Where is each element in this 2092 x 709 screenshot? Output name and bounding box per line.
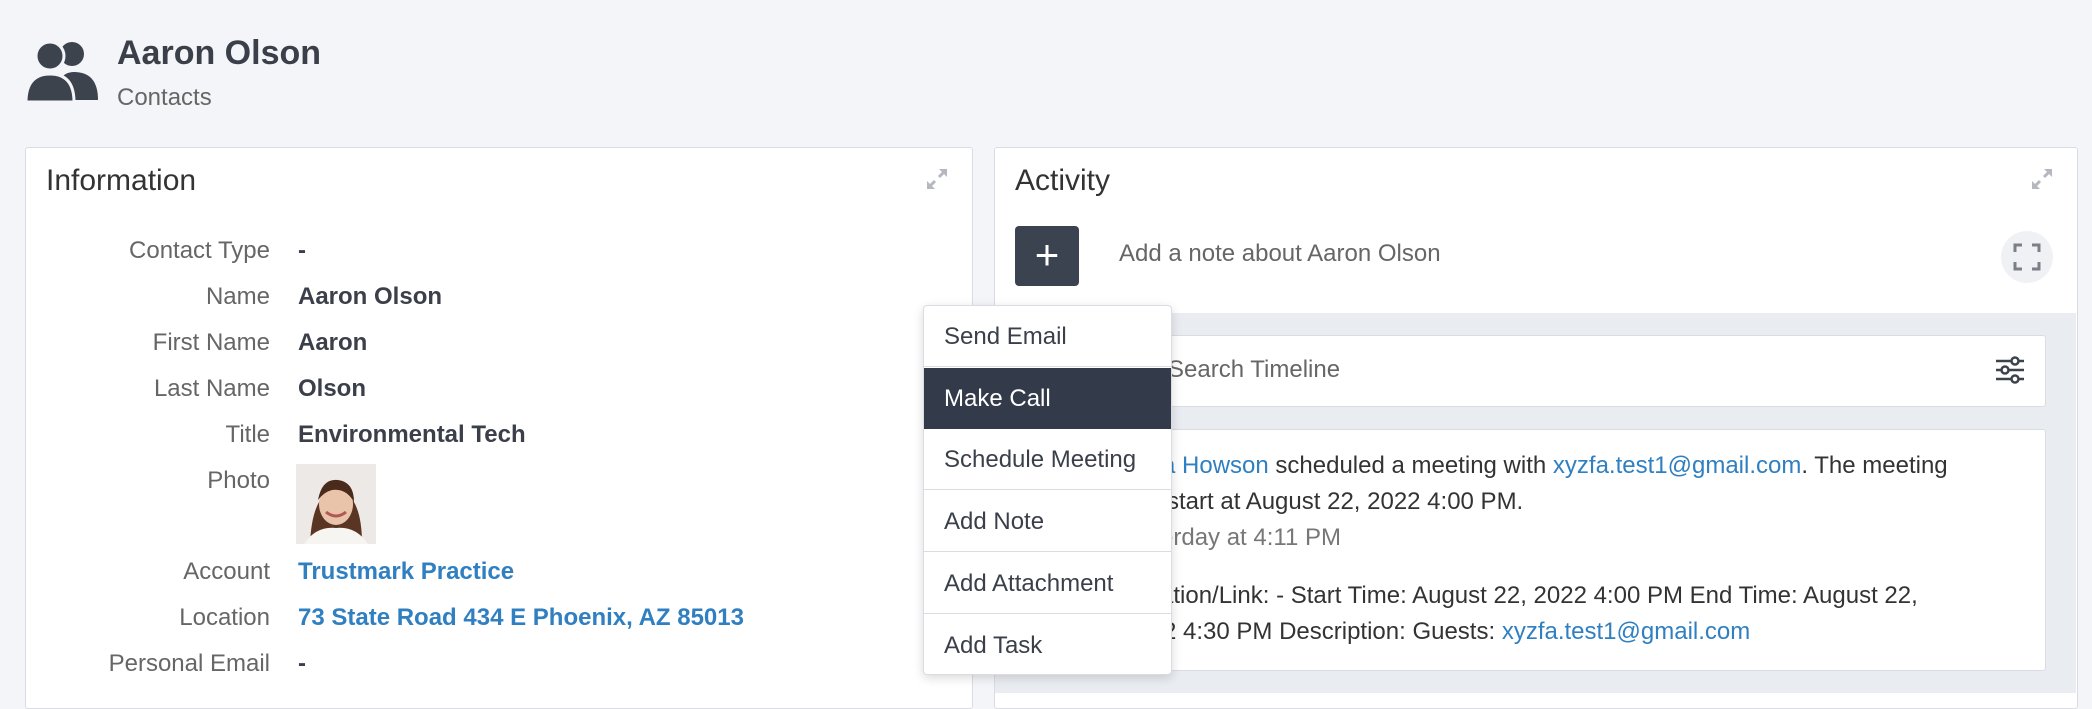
expand-icon[interactable] [2029,166,2055,192]
page-subtitle: Contacts [117,84,212,111]
timeline-search-input[interactable]: Search Timeline [1168,356,1340,384]
menu-item-add-note[interactable]: Add Note [924,491,1171,552]
info-row-last-name: Last Name Olson [26,375,926,411]
information-title: Information [46,164,197,197]
add-activity-button[interactable]: + [1015,226,1079,286]
contacts-icon [26,40,98,102]
timeline-event-card: a Howson scheduled a meeting with xyzfa.… [1047,429,2046,671]
info-label: Contact Type [129,237,270,264]
info-row-first-name: First Name Aaron [26,329,926,365]
info-row-account: Account Trustmark Practice [26,558,926,594]
info-value[interactable]: Environmental Tech [298,421,526,449]
expand-icon[interactable] [924,166,950,192]
info-label: Photo [207,467,270,494]
filter-icon[interactable] [1995,356,2025,384]
guest-email-link[interactable]: xyzfa.test1@gmail.com [1502,618,1750,645]
fullscreen-icon [2013,243,2041,271]
account-link[interactable]: Trustmark Practice [298,558,514,586]
menu-item-make-call[interactable]: Make Call [924,368,1171,429]
info-label: Account [183,558,270,585]
info-row-contact-type: Contact Type - [26,237,926,273]
note-input[interactable]: Add a note about Aaron Olson [1119,240,1441,268]
info-value[interactable]: - [298,650,306,678]
menu-item-schedule-meeting[interactable]: Schedule Meeting [924,429,1171,490]
event-text-tail: . The meeting [1801,452,1948,479]
event-details-line2: 2 4:30 PM Description: Guests: xyzfa.tes… [1163,618,1750,646]
info-row-name: Name Aaron Olson [26,283,926,319]
add-activity-menu: Send Email Make Call Schedule Meeting Ad… [923,305,1172,675]
info-label: Personal Email [108,650,270,677]
event-email-link[interactable]: xyzfa.test1@gmail.com [1553,452,1801,479]
page-title: Aaron Olson [117,34,322,72]
information-panel: Information Contact Type - Name Aaron Ol… [25,147,973,709]
event-details-text: 2 4:30 PM Description: Guests: [1163,618,1502,645]
info-value[interactable]: Olson [298,375,366,403]
menu-item-send-email[interactable]: Send Email [924,306,1171,367]
fullscreen-button[interactable] [2001,231,2053,283]
info-row-location: Location 73 State Road 434 E Phoenix, AZ… [26,604,926,640]
event-summary: a Howson scheduled a meeting with xyzfa.… [1162,452,1948,480]
info-label: First Name [152,329,270,356]
event-user-link[interactable]: a Howson [1162,452,1269,479]
info-label: Name [205,283,270,310]
menu-item-add-task[interactable]: Add Task [924,615,1171,674]
location-link[interactable]: 73 State Road 434 E Phoenix, AZ 85013 [298,604,744,632]
contact-photo [296,464,376,544]
event-summary-line2: start at August 22, 2022 4:00 PM. [1167,488,1524,515]
menu-item-add-attachment[interactable]: Add Attachment [924,553,1171,614]
info-row-personal-email: Personal Email - [26,650,926,686]
info-label: Location [179,604,270,631]
event-text: scheduled a meeting with [1268,452,1553,479]
info-label: Title [225,421,270,448]
info-label: Last Name [153,375,270,402]
activity-title: Activity [1015,164,1111,197]
info-row-photo: Photo [26,467,926,503]
event-time: erday at 4:11 PM [1160,524,1341,551]
info-value[interactable]: Aaron Olson [298,283,442,311]
info-row-title: Title Environmental Tech [26,421,926,457]
info-value[interactable]: Aaron [298,329,367,357]
info-value: - [298,237,306,264]
event-details-line1: ation/Link: - Start Time: August 22, 202… [1160,582,1918,609]
